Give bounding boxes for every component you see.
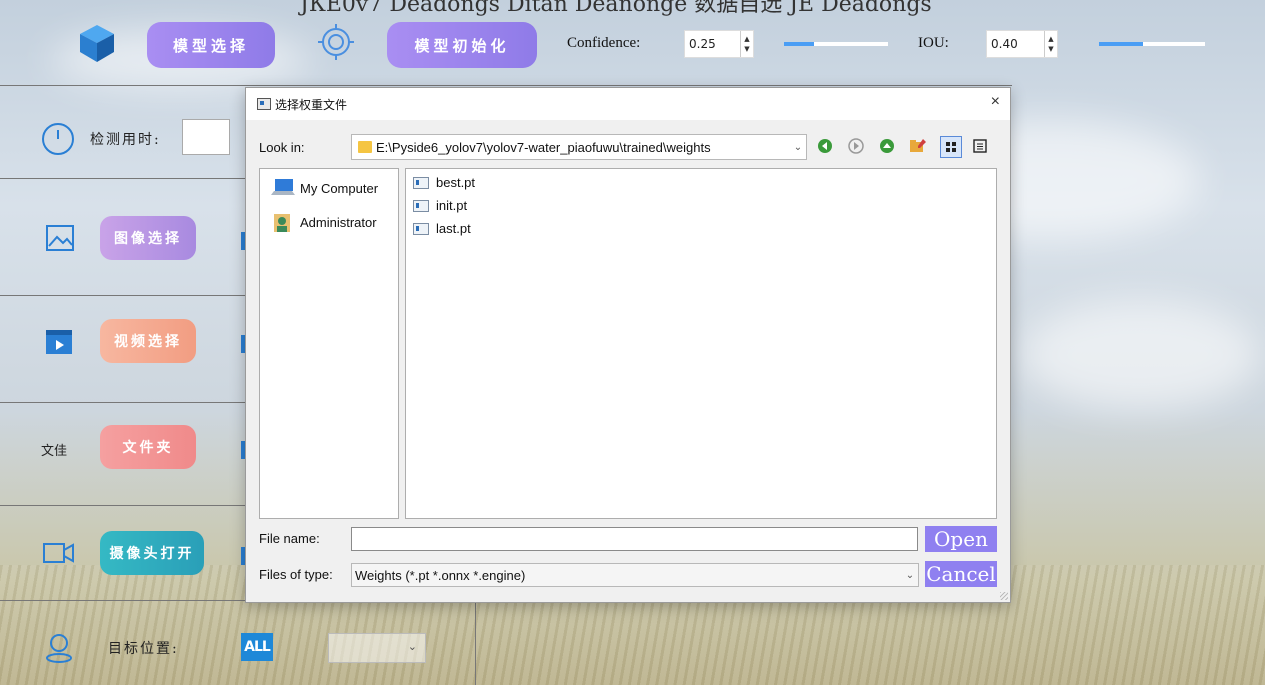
confidence-value: 0.25	[689, 37, 716, 51]
file-item-init[interactable]: init.pt	[413, 198, 467, 213]
all-badge-icon: ALL	[241, 633, 273, 661]
video-select-button[interactable]: 视频选择	[100, 319, 196, 363]
divider	[475, 600, 476, 685]
sidebar-item-administrator[interactable]: Administrator	[270, 211, 377, 233]
list-view-button[interactable]	[940, 136, 962, 158]
open-button[interactable]: Open	[925, 526, 997, 552]
app-title-partial: ЈКЕ0v7 Deadongs Ditan Deanonge 数据自选 ЈЕ D…	[300, 0, 932, 17]
back-button[interactable]	[815, 136, 835, 156]
divider	[0, 178, 245, 179]
window-icon	[257, 98, 271, 110]
file-list-pane: best.pt init.pt last.pt	[405, 168, 997, 519]
chevron-down-icon: ⌄	[905, 569, 915, 581]
file-name: last.pt	[436, 221, 471, 236]
forward-arrow-icon	[848, 138, 864, 154]
computer-icon	[271, 179, 295, 195]
confidence-spinbox[interactable]: 0.25 ▲ ▼	[684, 30, 754, 58]
file-name-label: File name:	[259, 531, 320, 546]
divider	[0, 505, 245, 506]
parent-directory-button[interactable]	[877, 136, 897, 156]
iou-value: 0.40	[991, 37, 1018, 51]
resize-grip-icon[interactable]	[1000, 592, 1008, 600]
detect-time-label: 检测用时:	[90, 132, 161, 148]
file-icon	[413, 199, 429, 212]
look-in-combo[interactable]: E:\Pyside6_yolov7\yolov7-water_piaofuwu\…	[351, 134, 807, 160]
cube-icon	[76, 22, 118, 68]
folder-select-button[interactable]: 文件夹	[100, 425, 196, 469]
detect-time-field	[182, 119, 230, 155]
iou-slider[interactable]	[1099, 42, 1205, 46]
confidence-label: Confidence:	[567, 35, 641, 51]
camera-icon	[42, 540, 76, 570]
spin-arrows-icon[interactable]: ▲ ▼	[740, 31, 753, 57]
dialog-title: 选择权重文件	[275, 98, 348, 112]
file-name: best.pt	[436, 175, 476, 190]
camera-open-button[interactable]: 摄像头打开	[100, 531, 204, 575]
video-file-icon	[44, 327, 74, 361]
confidence-slider-fill	[784, 42, 814, 46]
location-pin-icon	[44, 632, 74, 668]
sidebar-item-label: Administrator	[300, 214, 377, 230]
image-select-button[interactable]: 图像选择	[100, 216, 196, 260]
forward-button[interactable]	[846, 136, 866, 156]
model-init-button[interactable]: 模型初始化	[387, 22, 537, 68]
file-icon	[413, 176, 429, 189]
chevron-down-icon: ⌄	[793, 141, 803, 153]
sidebar-item-label: My Computer	[300, 180, 379, 196]
new-folder-icon	[910, 139, 926, 152]
target-position-label: 目标位置:	[108, 641, 179, 657]
folder-row-prefix: 文佳	[41, 444, 68, 459]
file-name: init.pt	[436, 198, 468, 213]
file-dialog: 选择权重文件 × Look in: E:\Pyside6_yolov7\yolo…	[245, 87, 1011, 603]
up-arrow-icon	[880, 139, 894, 153]
cloud-decoration	[1020, 300, 1260, 410]
files-of-type-label: Files of type:	[259, 567, 333, 582]
confidence-slider[interactable]	[784, 42, 888, 46]
detail-view-icon	[973, 139, 987, 153]
folder-icon	[358, 141, 372, 153]
grid-view-icon	[946, 142, 956, 152]
files-of-type-combo[interactable]: Weights (*.pt *.onnx *.engine) ⌄	[351, 563, 919, 587]
image-icon	[45, 224, 75, 256]
spin-arrows-icon[interactable]: ▲ ▼	[1044, 31, 1057, 57]
back-arrow-icon	[818, 139, 832, 153]
file-name-input[interactable]	[351, 527, 918, 551]
cancel-button[interactable]: Cancel	[925, 561, 997, 587]
look-in-label: Look in:	[259, 140, 305, 155]
chevron-down-icon: ⌄	[407, 640, 417, 653]
user-folder-icon	[274, 214, 290, 232]
divider	[0, 85, 1012, 86]
clock-icon	[41, 122, 75, 160]
iou-slider-fill	[1099, 42, 1143, 46]
iou-spinbox[interactable]: 0.40 ▲ ▼	[986, 30, 1058, 58]
iou-label: IOU:	[918, 35, 949, 51]
dialog-titlebar[interactable]: 选择权重文件 ×	[246, 88, 1010, 120]
look-in-path: E:\Pyside6_yolov7\yolov7-water_piaofuwu\…	[376, 139, 711, 155]
sidebar-item-my-computer[interactable]: My Computer	[270, 178, 378, 198]
file-item-last[interactable]: last.pt	[413, 221, 471, 236]
divider	[0, 295, 245, 296]
file-icon	[413, 222, 429, 235]
close-button[interactable]: ×	[991, 93, 1000, 111]
sidebar-pane: My Computer Administrator	[259, 168, 399, 519]
divider	[0, 402, 245, 403]
model-select-button[interactable]: 模型选择	[147, 22, 275, 68]
target-icon	[316, 22, 356, 66]
detail-view-button[interactable]	[970, 136, 990, 156]
new-folder-button[interactable]	[908, 136, 928, 156]
file-item-best[interactable]: best.pt	[413, 175, 475, 190]
target-select[interactable]: ⌄	[328, 633, 426, 663]
files-of-type-value: Weights (*.pt *.onnx *.engine)	[355, 567, 526, 583]
